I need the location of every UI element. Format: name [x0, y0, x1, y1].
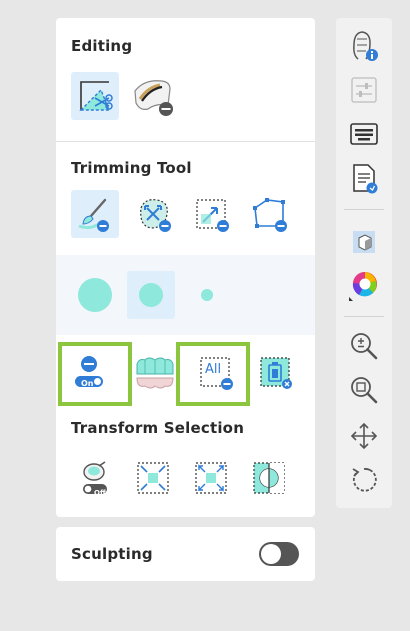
teeth-selection-button[interactable] [131, 348, 179, 396]
cube-view-button[interactable] [344, 222, 384, 262]
trim-scissors-icon [79, 81, 113, 111]
transform-selection-title: Transform Selection [71, 419, 245, 437]
adjust-settings-button[interactable] [344, 70, 384, 110]
box-trim-icon [196, 199, 229, 232]
transform-off-label: Off [94, 489, 106, 497]
small-brush-icon [201, 289, 213, 301]
scan-info-button[interactable] [344, 26, 384, 66]
remove-material-icon [134, 80, 173, 116]
zoom-fit-button[interactable] [344, 370, 384, 410]
scan-info-icon [353, 31, 378, 61]
zoom-in-icon [351, 333, 378, 360]
shrink-selection-button[interactable] [129, 454, 177, 502]
move-button[interactable] [344, 416, 384, 456]
toolbar-divider [344, 316, 384, 317]
lasso-trim-button[interactable] [129, 190, 177, 238]
invert-selection-icon [253, 462, 285, 494]
editing-title: Editing [71, 37, 133, 55]
rotate-icon [352, 468, 377, 492]
lasso-trim-icon [140, 199, 171, 232]
cube-view-icon [353, 231, 375, 253]
document-icon [353, 164, 378, 194]
select-all-highlight [176, 342, 250, 406]
keyboard-icon [350, 123, 378, 145]
teeth-selection-icon [136, 357, 174, 389]
polygon-trim-icon [253, 198, 287, 232]
brush-trim-icon [78, 198, 109, 232]
large-brush-button[interactable] [71, 271, 119, 319]
medium-brush-icon [139, 283, 163, 307]
move-icon [350, 422, 378, 450]
sculpting-toggle[interactable] [259, 542, 299, 566]
delete-selection-icon [260, 357, 292, 389]
color-wheel-icon [349, 271, 377, 301]
keyboard-button[interactable] [344, 114, 384, 154]
delete-selection-button[interactable] [251, 348, 299, 396]
transform-off-button[interactable]: Off [71, 454, 119, 502]
expand-selection-icon [195, 462, 227, 494]
toolbar-divider [344, 209, 384, 210]
medium-brush-button[interactable] [127, 271, 175, 319]
brush-trim-button[interactable] [71, 190, 119, 238]
document-button[interactable] [344, 158, 384, 198]
shrink-selection-icon [137, 462, 169, 494]
large-brush-icon [78, 278, 112, 312]
rotate-button[interactable] [344, 460, 384, 500]
brush-size-selector [56, 255, 315, 335]
sculpting-panel: Sculpting [56, 527, 315, 581]
section-divider [56, 141, 315, 142]
trim-tool-button[interactable] [71, 72, 119, 120]
zoom-in-button[interactable] [344, 326, 384, 366]
zoom-fit-icon [351, 377, 378, 404]
trimming-tool-title: Trimming Tool [71, 159, 192, 177]
invert-selection-button[interactable] [245, 454, 293, 502]
box-trim-button[interactable] [187, 190, 235, 238]
right-toolbar [336, 18, 392, 508]
polygon-trim-button[interactable] [245, 190, 293, 238]
sculpting-title: Sculpting [71, 545, 153, 563]
color-picker-button[interactable] [344, 266, 384, 306]
toggle-knob [261, 544, 281, 564]
small-brush-button[interactable] [183, 271, 231, 319]
toggle-highlight [58, 342, 132, 406]
tools-panel: Editing Trimming Tool On All Transform S… [56, 18, 315, 517]
remove-material-button[interactable] [129, 72, 177, 120]
expand-selection-button[interactable] [187, 454, 235, 502]
sliders-icon [351, 77, 377, 103]
